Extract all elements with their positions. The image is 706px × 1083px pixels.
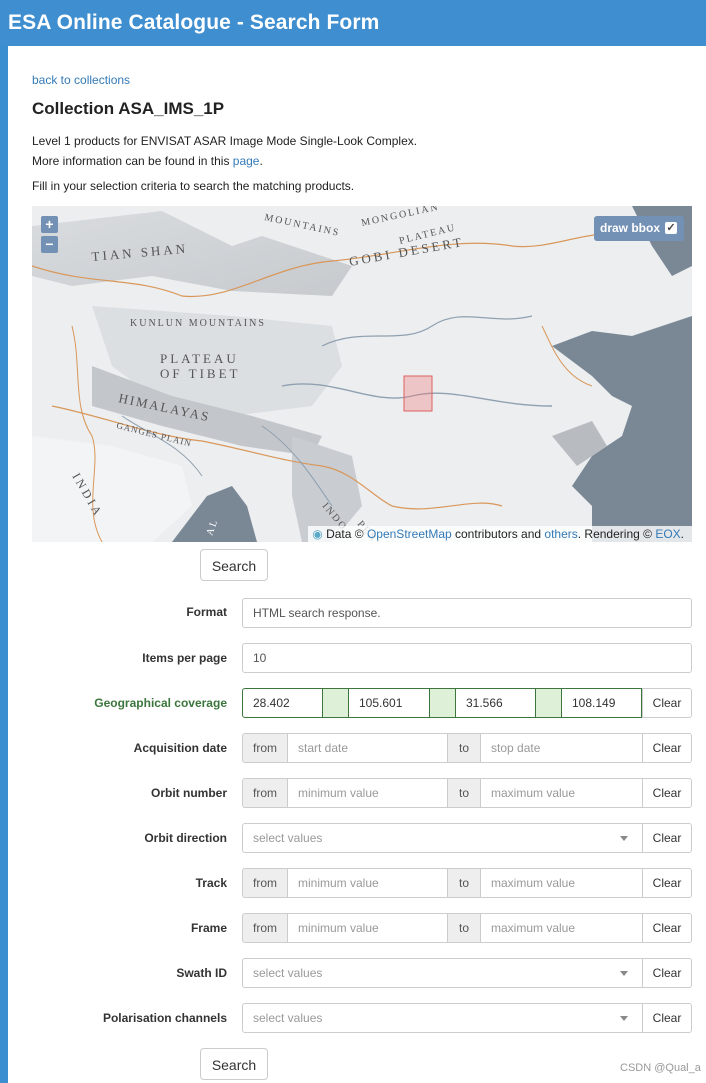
attribution-info-icon: ◉: [312, 527, 323, 541]
orbit-direction-clear-button[interactable]: Clear: [642, 823, 692, 853]
draw-bbox-checkbox[interactable]: ✓: [665, 222, 677, 234]
map-label-kunlun: KUNLUN MOUNTAINS: [130, 318, 266, 329]
track-to-addon: to: [447, 868, 481, 898]
search-button-top[interactable]: Search: [200, 549, 268, 581]
zoom-in-button[interactable]: +: [41, 216, 58, 233]
collection-title: Collection ASA_IMS_1P: [32, 99, 225, 118]
acquisition-stop-input[interactable]: stop date: [480, 733, 643, 763]
attribution-prefix: Data ©: [326, 527, 367, 541]
description-line-2: More information can be found in this pa…: [32, 151, 417, 171]
collection-description: Level 1 products for ENVISAT ASAR Image …: [32, 131, 417, 171]
track-max-input[interactable]: maximum value: [480, 868, 643, 898]
orbit-number-label: Orbit number: [150, 786, 227, 800]
track-label: Track: [195, 876, 227, 890]
draw-bbox-toggle[interactable]: draw bbox ✓: [594, 216, 684, 241]
orbit-number-to-addon: to: [447, 778, 481, 808]
geo-separator-3: [535, 688, 562, 718]
orbit-number-max-input[interactable]: maximum value: [480, 778, 643, 808]
geo-coverage-label: Geographical coverage: [94, 696, 227, 710]
page-title: ESA Online Catalogue - Search Form: [8, 11, 380, 34]
geo-separator-2: [429, 688, 456, 718]
others-link[interactable]: others: [544, 527, 577, 541]
polarisation-placeholder: select values: [253, 1011, 323, 1025]
back-to-collections-link[interactable]: back to collections: [32, 73, 130, 87]
zoom-out-button[interactable]: −: [41, 236, 58, 253]
acquisition-clear-button[interactable]: Clear: [642, 733, 692, 763]
orbit-number-from-addon: from: [242, 778, 288, 808]
description-suffix: .: [259, 154, 263, 168]
main-panel: back to collections Collection ASA_IMS_1…: [8, 46, 706, 1083]
polarisation-label: Polarisation channels: [102, 1011, 227, 1025]
geo-east-field[interactable]: 108.149: [561, 688, 642, 718]
search-button-bottom[interactable]: Search: [200, 1048, 268, 1080]
instructions-text: Fill in your selection criteria to searc…: [32, 179, 355, 193]
items-per-page-field[interactable]: 10: [242, 643, 692, 673]
frame-min-input[interactable]: minimum value: [287, 913, 448, 943]
polarisation-select[interactable]: select values: [242, 1003, 643, 1033]
map-label-of-tibet: OF TIBET: [160, 366, 240, 381]
swath-id-clear-button[interactable]: Clear: [642, 958, 692, 988]
chevron-down-icon: [620, 836, 628, 841]
frame-label: Frame: [190, 921, 227, 935]
orbit-direction-select[interactable]: select values: [242, 823, 643, 853]
format-label: Format: [186, 605, 227, 619]
more-info-page-link[interactable]: page: [233, 154, 260, 168]
polarisation-clear-button[interactable]: Clear: [642, 1003, 692, 1033]
watermark: CSDN @Qual_a: [620, 1062, 701, 1074]
draw-bbox-label: draw bbox: [600, 221, 661, 235]
format-field[interactable]: HTML search response.: [242, 598, 692, 628]
app-header: ESA Online Catalogue - Search Form: [0, 0, 706, 46]
frame-clear-button[interactable]: Clear: [642, 913, 692, 943]
orbit-direction-label: Orbit direction: [144, 831, 227, 845]
track-min-input[interactable]: minimum value: [287, 868, 448, 898]
selected-bbox[interactable]: [403, 375, 433, 412]
description-prefix: More information can be found in this: [32, 154, 233, 168]
description-line-1: Level 1 products for ENVISAT ASAR Image …: [32, 134, 418, 148]
attribution-end: .: [680, 527, 684, 541]
map-canvas: MOUNTAINS MONGOLIAN PLATEAU TIAN SHAN GO…: [32, 206, 692, 542]
map-label-plateau: PLATEAU: [160, 351, 239, 366]
track-clear-button[interactable]: Clear: [642, 868, 692, 898]
map-view[interactable]: MOUNTAINS MONGOLIAN PLATEAU TIAN SHAN GO…: [32, 206, 692, 542]
orbit-number-min-input[interactable]: minimum value: [287, 778, 448, 808]
eox-link[interactable]: EOX: [655, 527, 680, 541]
acquisition-from-addon: from: [242, 733, 288, 763]
swath-id-placeholder: select values: [253, 966, 323, 980]
openstreetmap-link[interactable]: OpenStreetMap: [367, 527, 452, 541]
orbit-number-clear-button[interactable]: Clear: [642, 778, 692, 808]
map-attribution: ◉ Data © OpenStreetMap contributors and …: [308, 526, 692, 542]
geo-separator-1: [322, 688, 349, 718]
swath-id-label: Swath ID: [176, 966, 227, 980]
swath-id-select[interactable]: select values: [242, 958, 643, 988]
frame-to-addon: to: [447, 913, 481, 943]
geo-clear-button[interactable]: Clear: [642, 688, 692, 718]
frame-from-addon: from: [242, 913, 288, 943]
track-from-addon: from: [242, 868, 288, 898]
chevron-down-icon: [620, 1016, 628, 1021]
acquisition-to-addon: to: [447, 733, 481, 763]
geo-west-field[interactable]: 105.601: [348, 688, 430, 718]
acquisition-date-label: Acquisition date: [133, 741, 227, 755]
geo-south-field[interactable]: 28.402: [242, 688, 323, 718]
geo-north-field[interactable]: 31.566: [455, 688, 536, 718]
attribution-middle: contributors and: [451, 527, 545, 541]
items-per-page-label: Items per page: [142, 651, 227, 665]
orbit-direction-placeholder: select values: [253, 831, 323, 845]
chevron-down-icon: [620, 971, 628, 976]
frame-max-input[interactable]: maximum value: [480, 913, 643, 943]
acquisition-start-input[interactable]: start date: [287, 733, 448, 763]
attribution-rendering: . Rendering ©: [577, 527, 656, 541]
